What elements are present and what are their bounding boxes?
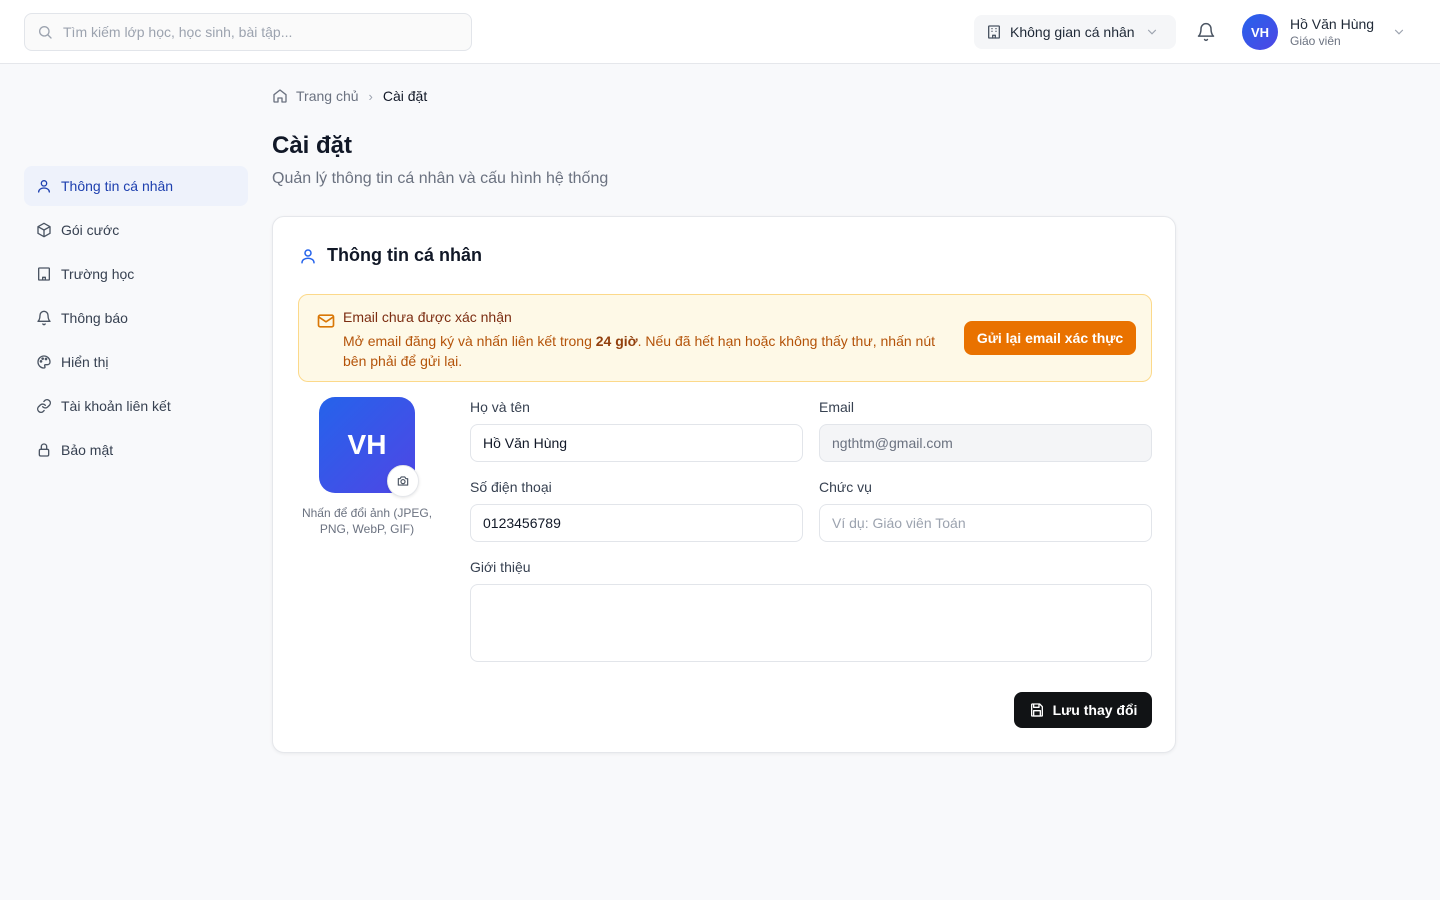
- sidebar-item-school[interactable]: Trường học: [24, 254, 248, 294]
- package-icon: [37, 222, 51, 238]
- sidebar-item-label: Trường học: [61, 266, 135, 282]
- mail-icon: [317, 314, 335, 328]
- chevron-down-icon: [1147, 29, 1156, 35]
- settings-sidebar: Thông tin cá nhân Gói cước Trường học Th…: [24, 166, 248, 474]
- card-header: Thông tin cá nhân: [299, 245, 482, 266]
- position-input[interactable]: [819, 504, 1152, 542]
- sidebar-item-label: Hiển thị: [61, 354, 109, 370]
- bio-textarea[interactable]: [470, 584, 1152, 662]
- user-icon: [301, 248, 315, 263]
- resend-verification-button[interactable]: Gửi lại email xác thực: [964, 321, 1136, 355]
- palette-icon: [37, 355, 51, 369]
- email-label: Email: [819, 399, 855, 415]
- workspace-label: Không gian cá nhân: [1010, 24, 1135, 40]
- sidebar-item-display[interactable]: Hiển thị: [24, 342, 248, 382]
- search-input[interactable]: [63, 24, 443, 40]
- sidebar-item-notifications[interactable]: Thông báo: [24, 298, 248, 338]
- sidebar-item-profile[interactable]: Thông tin cá nhân: [24, 166, 248, 206]
- user-icon: [38, 180, 50, 193]
- breadcrumb: Trang chủ › Cài đặt: [272, 88, 427, 104]
- phone-label: Số điện thoại: [470, 479, 552, 495]
- search-bar[interactable]: [24, 13, 472, 51]
- fullname-label: Họ và tên: [470, 399, 530, 415]
- bell-icon: [37, 310, 51, 326]
- page-title: Cài đặt: [272, 132, 353, 159]
- alert-message: Mở email đăng ký và nhấn liên kết trong …: [343, 331, 953, 371]
- position-label: Chức vụ: [819, 479, 872, 495]
- avatar: VH: [1242, 14, 1278, 50]
- email-verification-alert: Email chưa được xác nhận Mở email đăng k…: [298, 294, 1152, 382]
- save-button-label: Lưu thay đổi: [1052, 702, 1138, 718]
- sidebar-item-linked-accounts[interactable]: Tài khoản liên kết: [24, 386, 248, 426]
- breadcrumb-current: Cài đặt: [382, 88, 428, 104]
- user-info: Hồ Văn Hùng Giáo viên: [1290, 15, 1374, 49]
- search-icon: [39, 26, 52, 39]
- school-icon: [38, 267, 50, 281]
- sidebar-item-label: Bảo mật: [61, 442, 114, 458]
- card-title: Thông tin cá nhân: [327, 245, 482, 265]
- page-subtitle: Quản lý thông tin cá nhân và cấu hình hệ…: [272, 170, 609, 187]
- home-icon: [273, 89, 287, 103]
- change-avatar-button[interactable]: [387, 465, 419, 497]
- alert-title: Email chưa được xác nhận: [343, 309, 512, 325]
- alert-message-emphasis: 24 giờ: [595, 333, 638, 349]
- sidebar-item-label: Gói cước: [61, 222, 120, 238]
- bell-icon: [1197, 22, 1215, 42]
- workspace-switcher[interactable]: Không gian cá nhân: [974, 15, 1176, 49]
- avatar-hint: Nhấn để đổi ảnh (JPEG, PNG, WebP, GIF): [301, 506, 433, 536]
- user-role: Giáo viên: [1290, 34, 1341, 48]
- lock-icon: [38, 443, 50, 457]
- sidebar-item-plan[interactable]: Gói cước: [24, 210, 248, 250]
- notifications-button[interactable]: [1194, 20, 1218, 44]
- sidebar-item-label: Tài khoản liên kết: [61, 398, 171, 414]
- sidebar-item-security[interactable]: Bảo mật: [24, 430, 248, 470]
- chevron-down-icon: [1394, 29, 1404, 35]
- user-name: Hồ Văn Hùng: [1290, 16, 1375, 32]
- phone-input[interactable]: [470, 504, 803, 542]
- user-menu[interactable]: VH Hồ Văn Hùng Giáo viên: [1242, 14, 1406, 50]
- link-icon: [37, 399, 51, 413]
- save-button[interactable]: Lưu thay đổi: [1014, 692, 1152, 728]
- fullname-input[interactable]: [470, 424, 803, 462]
- top-bar: Không gian cá nhân VH Hồ Văn Hùng Giáo v…: [0, 0, 1440, 64]
- sidebar-item-label: Thông tin cá nhân: [61, 178, 174, 194]
- profile-card: Thông tin cá nhân Email chưa được xác nh…: [272, 216, 1176, 753]
- alert-message-text: Mở email đăng ký và nhấn liên kết trong: [343, 333, 596, 349]
- building-icon: [988, 25, 1000, 39]
- save-icon: [1030, 703, 1043, 717]
- chevron-right-icon: ›: [368, 88, 373, 104]
- sidebar-item-label: Thông báo: [61, 310, 128, 326]
- email-field[interactable]: [819, 424, 1152, 462]
- breadcrumb-home-link[interactable]: Trang chủ: [296, 88, 359, 104]
- camera-icon: [397, 476, 409, 486]
- bio-label: Giới thiệu: [470, 559, 531, 575]
